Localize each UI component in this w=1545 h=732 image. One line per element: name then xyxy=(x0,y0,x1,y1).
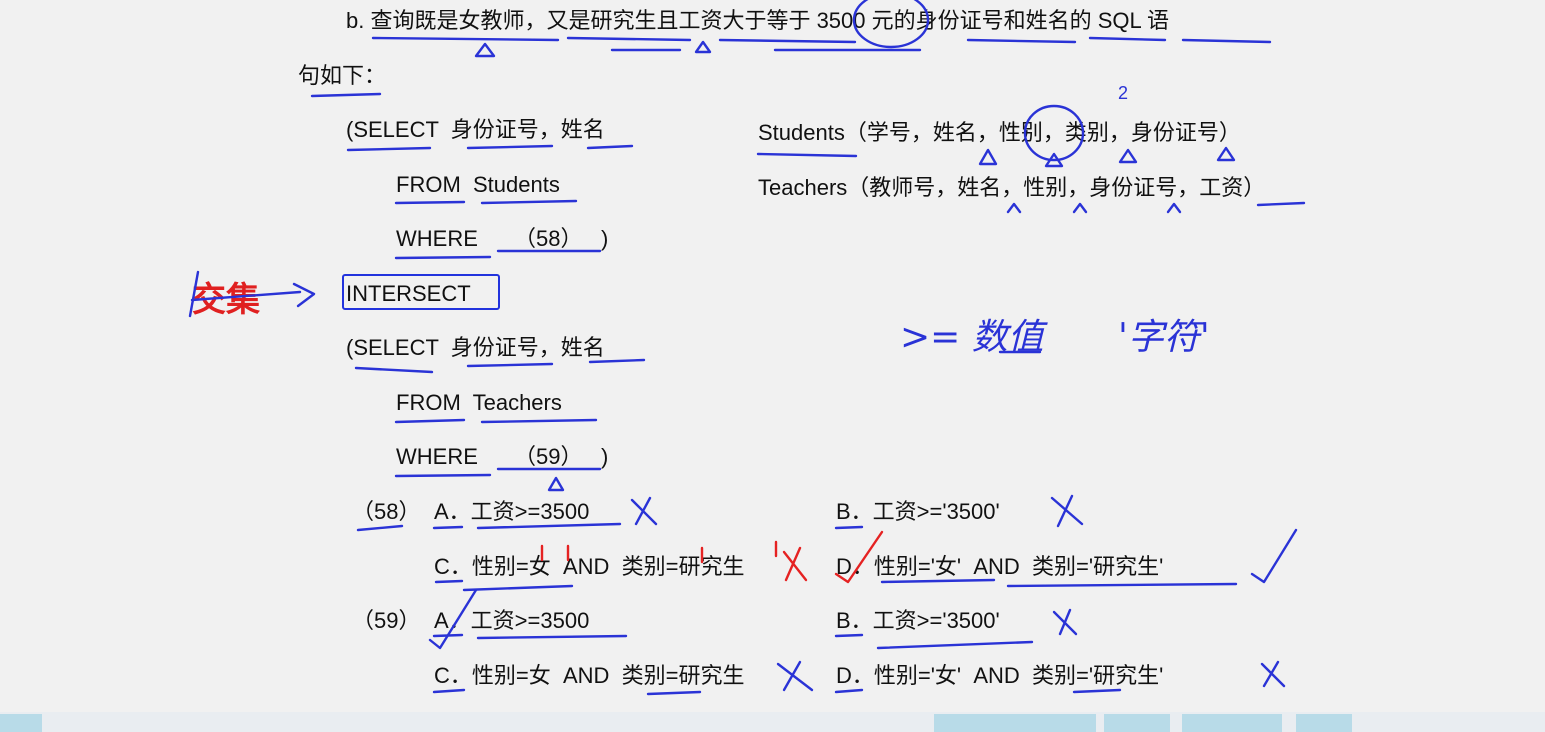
from-clause-2: FROM Teachers xyxy=(396,390,562,415)
underline-mark xyxy=(432,633,464,638)
where-keyword-2: WHERE xyxy=(396,444,478,469)
select-clause-1: (SELECT 身份证号，姓名 xyxy=(346,117,605,142)
q59-option-a: A．工资>=3500 xyxy=(434,608,590,633)
underline-mark xyxy=(371,36,560,42)
tick-mark xyxy=(1006,202,1022,214)
select-clause-2: (SELECT 身份证号，姓名 xyxy=(346,335,605,360)
q59-label: （59） xyxy=(352,608,421,633)
underline-mark xyxy=(834,525,864,530)
underline-mark xyxy=(586,144,634,150)
intersect-keyword: INTERSECT xyxy=(346,281,471,306)
check-mark xyxy=(1250,528,1298,584)
underline-mark xyxy=(834,633,864,638)
underline-mark xyxy=(756,152,858,158)
underline-mark xyxy=(394,418,466,424)
blank-59: （59） xyxy=(514,444,583,469)
cross-mark xyxy=(630,496,658,526)
teachers-schema: Teachers（教师号，姓名，性别，身份证号，工资） xyxy=(758,175,1266,200)
strip-block xyxy=(1104,714,1170,732)
q59-option-c: C．性别=女 AND 类别=研究生 xyxy=(434,663,745,688)
underline-mark xyxy=(432,688,466,694)
underline-mark xyxy=(1181,38,1272,44)
q58-option-d: D．性别='女' AND 类别='研究生' xyxy=(836,554,1164,579)
q58-option-a: A．工资>=3500 xyxy=(434,499,590,524)
underline-mark xyxy=(432,525,464,530)
strip-block xyxy=(934,714,1096,732)
handwriting-overlay xyxy=(188,0,1306,696)
triangle-mark xyxy=(1216,146,1236,162)
number-two-note: 2 xyxy=(1118,83,1129,103)
underline-mark xyxy=(462,584,574,592)
q59-option-b: B．工资>='3500' xyxy=(836,608,1000,633)
question-line-1: b. 查询既是女教师，又是研究生且工资大于等于 3500 元的身份证号和姓名的 … xyxy=(346,8,1170,33)
underline-mark xyxy=(834,688,864,694)
underline-mark xyxy=(646,690,702,696)
underline-mark xyxy=(480,418,598,424)
arrow-mark xyxy=(292,282,316,308)
underline-mark xyxy=(876,640,1034,650)
underline-mark xyxy=(880,578,996,584)
underline-mark xyxy=(1006,582,1238,588)
underline-mark xyxy=(394,255,492,260)
from-clause-1: FROM Students xyxy=(396,172,560,197)
tick-mark xyxy=(1072,202,1088,214)
strip-block xyxy=(1182,714,1282,732)
q58-label: （58） xyxy=(352,499,421,524)
cross-mark xyxy=(1052,608,1078,636)
underline-mark xyxy=(1072,688,1122,694)
q58-option-c: C．性别=女 AND 类别=研究生 xyxy=(434,554,745,579)
question-line-2: 句如下： xyxy=(298,63,387,88)
where-close-2: ) xyxy=(601,444,609,469)
triangle-mark xyxy=(694,40,712,54)
blank-58: （58） xyxy=(514,226,583,251)
underline-mark xyxy=(466,362,554,368)
underline-mark xyxy=(356,524,404,532)
underline-mark xyxy=(480,199,578,205)
where-keyword-1: WHERE xyxy=(396,226,478,251)
underline-mark xyxy=(354,366,434,374)
string-note: '字符' xyxy=(1118,317,1210,358)
strip-block xyxy=(0,714,42,732)
underline-mark xyxy=(434,579,464,584)
students-schema: Students（学号，姓名，性别，类别，身份证号） xyxy=(758,120,1241,145)
numeric-note: >= 数值 xyxy=(900,317,1044,358)
underline-mark xyxy=(346,146,432,152)
intersection-note: 交集 xyxy=(192,281,260,319)
cross-mark xyxy=(1050,494,1084,528)
where-close-1: ) xyxy=(601,226,609,251)
underline-mark xyxy=(310,92,382,98)
cross-mark xyxy=(782,546,808,582)
underline-mark xyxy=(718,38,857,44)
underline-mark xyxy=(966,38,1077,44)
underline-mark xyxy=(476,634,628,640)
underline-mark xyxy=(394,200,466,205)
underline-mark xyxy=(1088,36,1167,42)
triangle-mark xyxy=(1044,152,1064,168)
strip-block xyxy=(1296,714,1352,732)
triangle-mark xyxy=(547,476,565,492)
tick-mark xyxy=(1166,202,1182,214)
cross-mark xyxy=(1260,660,1286,688)
triangle-mark xyxy=(474,42,496,58)
q59-option-d: D．性别='女' AND 类别='研究生' xyxy=(836,663,1164,688)
triangle-mark xyxy=(978,148,998,166)
underline-mark xyxy=(466,144,554,150)
underline-mark xyxy=(1256,201,1306,207)
q58-option-b: B．工资>='3500' xyxy=(836,499,1000,524)
underline-mark xyxy=(566,36,692,42)
triangle-mark xyxy=(1118,148,1138,164)
cross-mark xyxy=(776,660,814,692)
underline-mark xyxy=(394,473,492,478)
